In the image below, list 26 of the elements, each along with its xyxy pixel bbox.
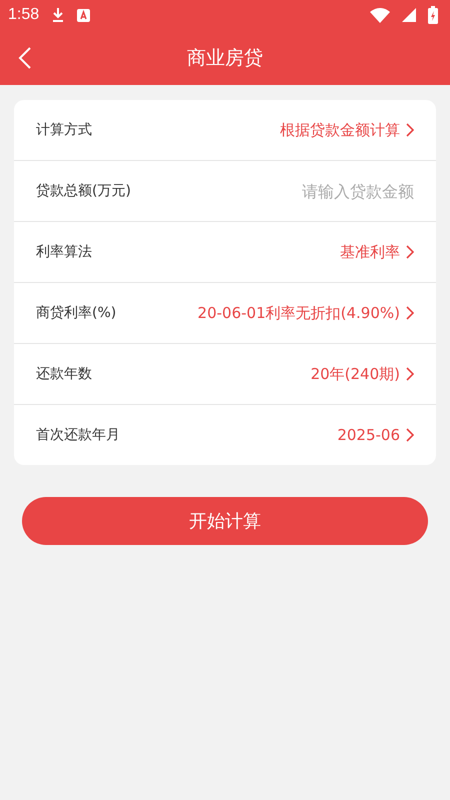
status-time: 1:58 xyxy=(8,6,40,24)
wifi-icon xyxy=(370,8,390,22)
option-selector[interactable]: 基准利率 xyxy=(340,242,414,262)
field-label: 利率算法 xyxy=(36,243,92,261)
field-label: 贷款总额(万元) xyxy=(36,182,131,200)
option-selector[interactable]: 2025-06 xyxy=(337,426,414,444)
field-label: 计算方式 xyxy=(36,121,92,139)
page-title: 商业房贷 xyxy=(187,46,263,70)
amount-input-field[interactable]: 请输入贷款金额 xyxy=(234,182,414,200)
chevron-icon xyxy=(406,245,414,259)
battery-icon xyxy=(428,6,438,24)
back-icon xyxy=(18,46,32,70)
download-icon xyxy=(51,7,66,23)
field-label: 商贷利率(%) xyxy=(36,304,116,322)
field-label: 还款年数 xyxy=(36,365,92,383)
signal-icon xyxy=(402,8,416,22)
chevron-icon xyxy=(406,306,414,320)
chevron-icon xyxy=(406,428,414,442)
chevron-icon xyxy=(406,123,414,137)
app-notification-icon xyxy=(77,8,90,22)
option-selector[interactable]: 20年(240期) xyxy=(310,364,414,384)
option-selector[interactable]: 根据贷款金额计算 xyxy=(280,120,414,140)
chevron-icon xyxy=(406,367,414,381)
field-label: 首次还款年月 xyxy=(36,426,120,444)
option-selector[interactable]: 20-06-01利率无折扣(4.90%) xyxy=(198,304,414,322)
calculate-button[interactable]: 开始计算 xyxy=(22,497,428,545)
